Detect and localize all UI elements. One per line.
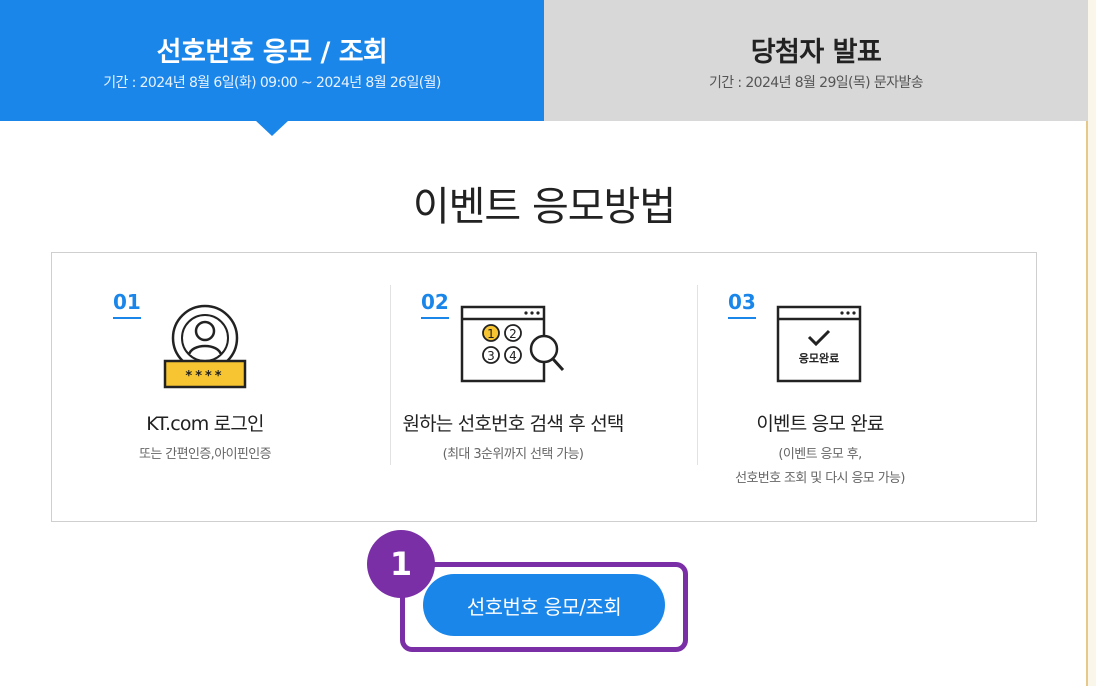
steps-box: 01 **** KT.com 로그인 또는 간편인증,아이핀인증 02 1 2 … xyxy=(51,252,1037,522)
tab-winner-announcement[interactable]: 당첨자 발표 기간 : 2024년 8월 29일(목) 문자발송 xyxy=(544,0,1088,121)
step-description: (이벤트 응모 후, 선호번호 조회 및 다시 응모 가능) xyxy=(735,447,905,486)
active-tab-pointer xyxy=(255,120,289,136)
tab-apply-inquiry[interactable]: 선호번호 응모 / 조회 기간 : 2024년 8월 6일(화) 09:00 ~… xyxy=(0,0,544,121)
apply-inquiry-button[interactable]: 선호번호 응모/조회 xyxy=(423,574,665,636)
tab-title: 선호번호 응모 / 조회 xyxy=(156,37,388,68)
tab-title: 당첨자 발표 xyxy=(750,37,882,68)
number-search-icon: 1 2 3 4 xyxy=(360,303,666,389)
step-1: 01 **** KT.com 로그인 또는 간편인증,아이핀인증 xyxy=(52,253,358,521)
apply-complete-text: 응모완료 xyxy=(799,352,839,365)
tab-period: 기간 : 2024년 8월 29일(목) 문자발송 xyxy=(708,75,924,91)
step-2: 02 1 2 3 4 원하는 선호번호 검색 후 선택 (최대 3순위까지 선택… xyxy=(360,253,666,521)
section-title: 이벤트 응모방법 xyxy=(412,184,676,230)
page-edge xyxy=(1088,0,1096,686)
step-title: KT.com 로그인 xyxy=(146,413,264,435)
number-ball-3: 3 xyxy=(487,349,495,363)
number-ball-2: 2 xyxy=(509,327,517,341)
step-title: 원하는 선호번호 검색 후 선택 xyxy=(402,413,624,435)
event-tabs: 선호번호 응모 / 조회 기간 : 2024년 8월 6일(화) 09:00 ~… xyxy=(0,0,1088,136)
step-description: (최대 3순위까지 선택 가능) xyxy=(442,447,584,462)
step-title: 이벤트 응모 완료 xyxy=(756,413,884,435)
tab-period: 기간 : 2024년 8월 6일(화) 09:00 ~ 2024년 8월 26일… xyxy=(103,75,441,91)
apply-complete-icon: 응모완료 xyxy=(667,303,973,389)
password-mask-text: **** xyxy=(185,369,224,384)
number-ball-1: 1 xyxy=(487,327,495,341)
step-description: 또는 간편인증,아이핀인증 xyxy=(138,447,272,462)
number-ball-4: 4 xyxy=(509,349,517,363)
user-login-icon: **** xyxy=(52,303,358,389)
step-badge: 1 xyxy=(367,530,435,598)
step-3: 03 응모완료 이벤트 응모 완료 (이벤트 응모 후, 선호번호 조회 및 다… xyxy=(667,253,973,521)
